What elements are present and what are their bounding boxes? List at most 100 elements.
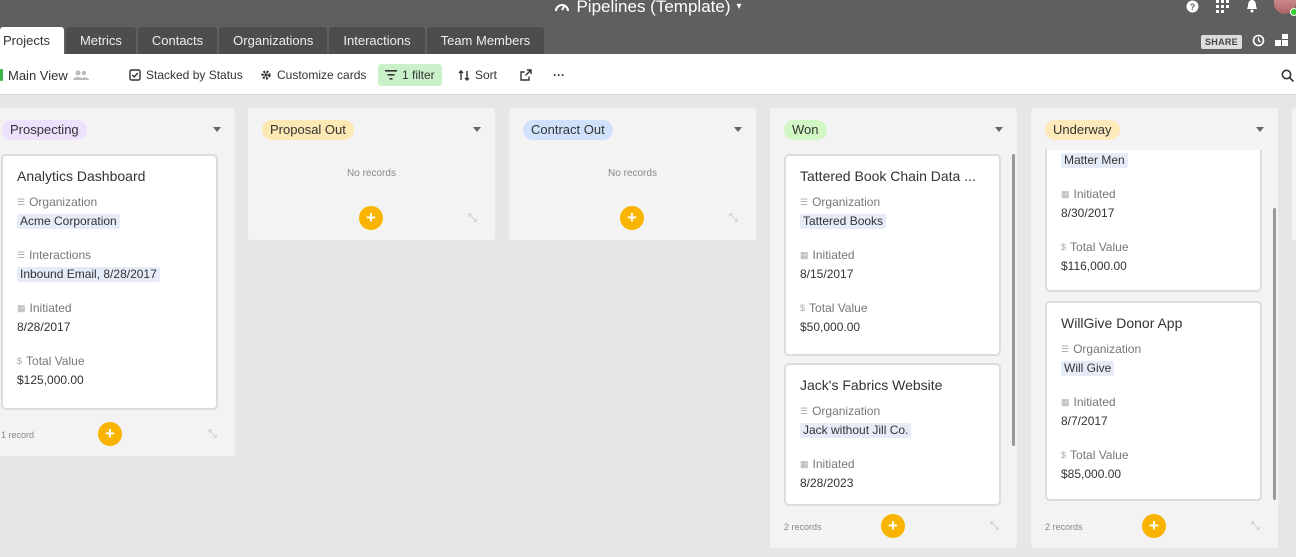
link-field-icon: ☰ [800, 405, 809, 416]
field-label: Organization [29, 195, 98, 209]
column-scrollbar[interactable] [1012, 154, 1015, 446]
share-view-button[interactable] [520, 64, 532, 86]
column-prospecting: Prospecting Analytics Dashboard ☰ Organiz… [0, 108, 235, 456]
tab-contacts[interactable]: Contacts [137, 27, 218, 54]
column-proposal-out: Proposal Out No records + ⤡ [248, 108, 495, 240]
collaborators-icon [72, 70, 89, 80]
avatar[interactable] [1274, 0, 1296, 16]
add-record-button[interactable]: + [1142, 514, 1166, 538]
view-toolbar: Main View Stacked by Status Customize ca… [0, 54, 1296, 95]
field-label: Organization [1073, 342, 1142, 356]
field-value: $125,000.00 [17, 373, 84, 387]
field-label: Initiated [812, 457, 855, 471]
tab-interactions[interactable]: Interactions [329, 27, 425, 54]
base-title[interactable]: Pipelines (Template) ▾ [0, 0, 1296, 16]
top-bar: Pipelines (Template) ▾ ? Projects Metric… [0, 0, 1296, 54]
linked-record-chip[interactable]: Inbound Email, 8/28/2017 [17, 267, 160, 282]
link-field-icon: ☰ [17, 249, 26, 260]
collapse-icon[interactable]: ⤡ [468, 212, 477, 225]
tab-team-members[interactable]: Team Members [426, 27, 545, 54]
column-edge [1292, 108, 1296, 240]
record-card[interactable]: Jack's Fabrics Website ☰ Organization Jac… [784, 363, 1001, 506]
collapse-icon[interactable]: ⤡ [990, 520, 999, 533]
currency-field-icon: $ [800, 303, 806, 313]
date-field-icon: ▦ [1061, 396, 1070, 407]
column-won: Won Tattered Book Chain Data ... ☰ Organi… [770, 108, 1017, 548]
linked-record-chip[interactable]: Acme Corporation [17, 214, 120, 229]
svg-text:?: ? [1189, 2, 1195, 12]
field-label: Interactions [29, 248, 92, 262]
chevron-down-icon[interactable] [473, 127, 481, 132]
collapse-icon[interactable]: ⤡ [208, 428, 217, 441]
field-label: Initiated [1073, 395, 1116, 409]
customize-cards-label: Customize cards [277, 68, 367, 82]
sort-label: Sort [475, 68, 498, 82]
customize-cards-button[interactable]: Customize cards [260, 64, 366, 86]
stacked-by-button[interactable]: Stacked by Status [129, 64, 243, 86]
column-title[interactable]: Prospecting [2, 120, 87, 140]
view-name: Main View [8, 67, 68, 83]
linked-record-chip[interactable]: Tattered Books [800, 214, 887, 229]
chevron-down-icon[interactable] [995, 127, 1003, 132]
view-switcher[interactable]: Main View [0, 64, 89, 86]
field-value: $50,000.00 [800, 320, 861, 334]
tab-projects[interactable]: Projects [0, 27, 64, 54]
field-value: 8/7/2017 [1061, 414, 1108, 428]
chevron-down-icon[interactable] [213, 127, 221, 132]
link-field-icon: ☰ [1061, 343, 1070, 354]
card-title: Analytics Dashboard [17, 168, 146, 184]
collapse-icon[interactable]: ⤡ [1251, 520, 1260, 533]
filter-icon [385, 70, 397, 80]
column-title[interactable]: Won [784, 120, 827, 140]
record-card[interactable]: Matter Men ▦ Initiated 8/30/2017 $ Total V… [1045, 150, 1262, 292]
empty-state: No records [347, 168, 396, 179]
card-title: WillGive Donor App [1061, 315, 1183, 331]
base-title-text: Pipelines (Template) [576, 0, 731, 16]
share-button[interactable]: SHARE [1200, 35, 1242, 49]
linked-record-chip[interactable]: Will Give [1061, 361, 1115, 376]
tab-organizations[interactable]: Organizations [219, 27, 328, 54]
collapse-icon[interactable]: ⤡ [729, 212, 738, 225]
tab-metrics[interactable]: Metrics [65, 27, 136, 54]
field-value: $116,000.00 [1061, 259, 1127, 273]
currency-field-icon: $ [1061, 450, 1067, 460]
sort-button[interactable]: Sort [458, 64, 497, 86]
kanban-view-icon [0, 69, 3, 81]
card-title: Tattered Book Chain Data ... [800, 168, 976, 184]
field-value: 8/30/2017 [1061, 206, 1115, 220]
linked-record-chip[interactable]: Matter Men [1061, 153, 1128, 168]
field-value: 8/15/2017 [800, 267, 854, 281]
record-card[interactable]: Analytics Dashboard ☰ Organization Acme C… [1, 154, 218, 410]
chevron-down-icon[interactable]: ▾ [736, 0, 741, 14]
add-record-button[interactable]: + [881, 514, 905, 538]
more-options-button[interactable]: ··· [553, 64, 565, 86]
history-icon[interactable] [1252, 34, 1265, 50]
chevron-down-icon[interactable] [734, 127, 742, 132]
search-icon[interactable] [1281, 64, 1294, 86]
field-label: Initiated [812, 248, 855, 262]
filter-label: 1 filter [402, 68, 435, 82]
date-field-icon: ▦ [800, 458, 809, 469]
bell-icon[interactable] [1244, 0, 1260, 14]
filter-button[interactable]: 1 filter [378, 64, 442, 86]
add-record-button[interactable]: + [620, 206, 644, 230]
blocks-icon[interactable] [1275, 34, 1288, 50]
column-scroll-area: Matter Men ▦ Initiated 8/30/2017 $ Total V… [1031, 150, 1278, 506]
column-scrollbar[interactable] [1273, 208, 1276, 500]
column-title[interactable]: Underway [1045, 120, 1120, 140]
linked-record-chip[interactable]: Jack without Jill Co. [800, 423, 912, 438]
field-label: Total Value [809, 301, 868, 315]
external-link-icon [520, 69, 532, 81]
add-record-button[interactable]: + [98, 422, 122, 446]
column-title[interactable]: Proposal Out [262, 120, 354, 140]
chevron-down-icon[interactable] [1256, 127, 1264, 132]
record-card[interactable]: Tattered Book Chain Data ... ☰ Organizati… [784, 154, 1001, 356]
record-card[interactable]: WillGive Donor App ☰ Organization Will Gi… [1045, 301, 1262, 501]
column-title[interactable]: Contract Out [523, 120, 613, 140]
date-field-icon: ▦ [17, 302, 26, 313]
apps-grid-icon[interactable] [1214, 0, 1230, 14]
help-icon[interactable]: ? [1184, 0, 1200, 14]
add-record-button[interactable]: + [359, 206, 383, 230]
card-title: Jack's Fabrics Website [800, 377, 943, 393]
field-label: Organization [812, 404, 881, 418]
